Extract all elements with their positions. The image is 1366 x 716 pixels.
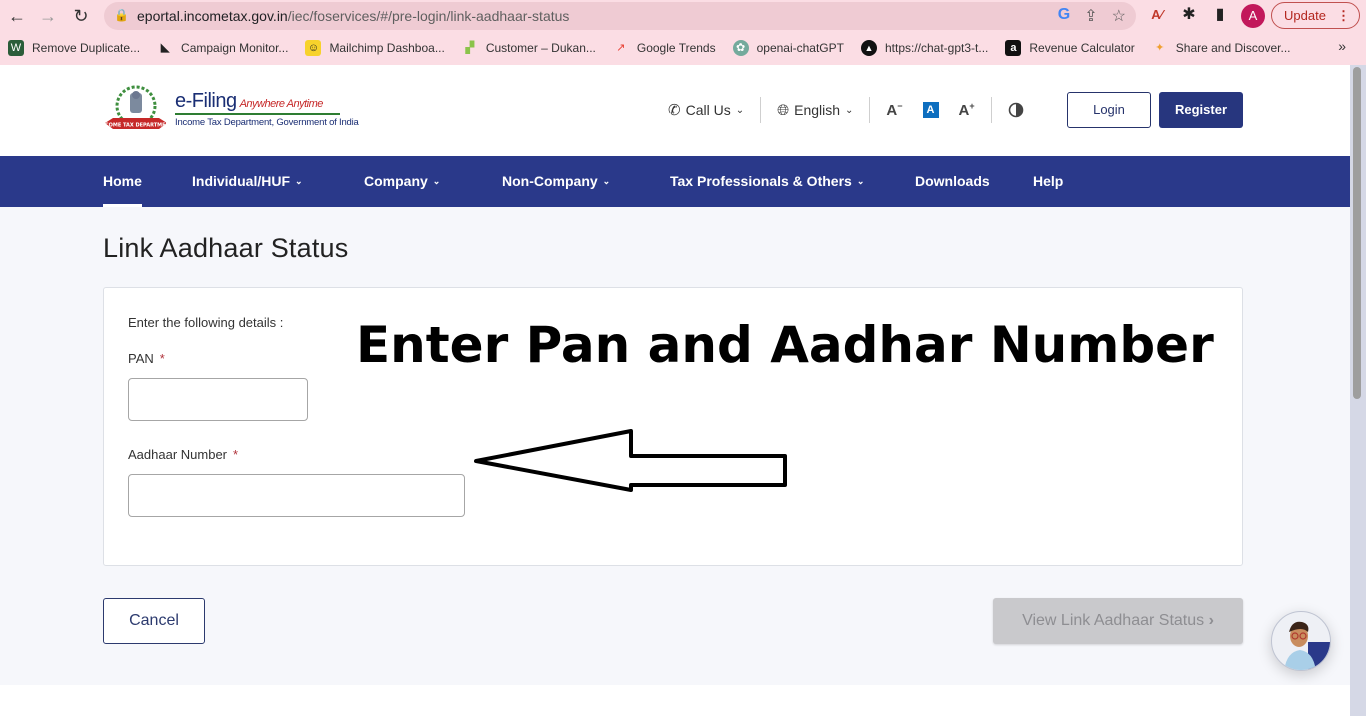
link-aadhaar-form: Enter the following details : PAN * Aadha… xyxy=(103,287,1243,566)
language-dropdown[interactable]: 🌐︎ English ⌄ xyxy=(777,102,853,119)
bookmarks-bar: W Remove Duplicate... ◣ Campaign Monitor..… xyxy=(0,34,1366,62)
view-link-aadhaar-status-button[interactable]: View Link Aadhaar Status › xyxy=(993,598,1243,644)
globe-icon: 🌐︎ xyxy=(777,101,790,119)
nav-downloads[interactable]: Downloads xyxy=(915,156,990,207)
aadhaar-input[interactable] xyxy=(128,474,465,517)
bookmark-item[interactable]: ◣ Campaign Monitor... xyxy=(157,40,289,56)
required-mark: * xyxy=(233,447,239,462)
browser-toolbar: ← → ↻ 🔒 eportal.incometax.gov.in/iec/fos… xyxy=(0,0,1366,32)
bookmark-item[interactable]: ☺ Mailchimp Dashboa... xyxy=(305,40,445,56)
back-icon[interactable]: ← xyxy=(6,5,28,27)
google-trends-icon: ↗ xyxy=(616,42,626,54)
logo-subtitle: Income Tax Department, Government of Ind… xyxy=(175,117,359,128)
divider xyxy=(869,97,871,123)
extension-pro-icon[interactable]: A⁄ xyxy=(1147,5,1167,25)
bookmark-item[interactable]: ▲ https://chat-gpt3-t... xyxy=(860,40,988,56)
remove-duplicate-icon: W xyxy=(8,40,24,56)
scrollbar-thumb[interactable] xyxy=(1353,67,1361,399)
page-scrollbar[interactable] xyxy=(1350,65,1366,716)
divider xyxy=(760,97,762,123)
chevron-down-icon: ⌄ xyxy=(432,176,441,186)
mailchimp-icon: ☺ xyxy=(305,40,322,56)
chevron-right-icon: › xyxy=(1208,612,1214,629)
aadhaar-label: Aadhaar Number * xyxy=(128,447,239,462)
main-nav: Home Individual/HUF ⌄ Company ⌄ Non-Compan… xyxy=(0,156,1350,207)
nav-help[interactable]: Help xyxy=(1033,156,1063,207)
logo-title: e-Filing Anywhere Anytime xyxy=(175,90,323,112)
chatbot-avatar[interactable] xyxy=(1271,611,1331,671)
logo-divider xyxy=(175,113,340,115)
page-title: Link Aadhaar Status xyxy=(103,233,349,263)
nav-non-company[interactable]: Non-Company ⌄ xyxy=(502,156,610,207)
chevron-down-icon: ⌄ xyxy=(845,104,854,116)
reload-icon[interactable]: ↻ xyxy=(70,5,92,27)
google-translate-icon[interactable]: G xyxy=(1058,6,1070,26)
site-header: INCOME TAX DEPARTMENT e-FilingAnywhere A… xyxy=(0,65,1350,156)
header-tools: ✆ Call Us ⌄ 🌐︎ English ⌄ A− A A+ xyxy=(668,95,1024,125)
more-bookmarks-icon[interactable]: » xyxy=(1338,38,1346,54)
nav-home[interactable]: Home xyxy=(103,156,142,207)
cancel-button[interactable]: Cancel xyxy=(103,598,205,644)
profile-avatar[interactable]: A xyxy=(1241,4,1265,28)
chevron-down-icon: ⌄ xyxy=(295,176,303,186)
campaign-monitor-icon: ◣ xyxy=(160,42,170,54)
side-panel-icon[interactable]: ▮ xyxy=(1210,5,1230,25)
extensions-puzzle-icon[interactable]: ✱ xyxy=(1179,5,1199,25)
form-intro: Enter the following details : xyxy=(128,315,284,330)
contrast-toggle[interactable] xyxy=(1008,102,1024,118)
chevron-down-icon: ⌄ xyxy=(602,176,611,186)
bookmark-item[interactable]: ✦ Share and Discover... xyxy=(1152,40,1290,56)
bookmark-item[interactable]: ▞ Customer – Dukan... xyxy=(462,40,596,56)
call-us-dropdown[interactable]: ✆ Call Us ⌄ xyxy=(668,101,744,119)
amazon-icon: a xyxy=(1005,40,1022,56)
bookmark-item[interactable]: ✿ openai-chatGPT xyxy=(732,40,844,56)
share-icon[interactable]: ⇪ xyxy=(1084,6,1097,26)
nav-company[interactable]: Company ⌄ xyxy=(364,156,440,207)
annotation-text: Enter Pan and Aadhar Number xyxy=(356,316,1214,374)
phone-icon: ✆ xyxy=(668,102,681,119)
nav-individual-huf[interactable]: Individual/HUF ⌄ xyxy=(192,156,303,207)
footer-strip xyxy=(0,685,1350,716)
share-discover-icon: ✦ xyxy=(1155,42,1165,54)
font-increase-button[interactable]: A+ xyxy=(959,101,975,119)
contrast-icon xyxy=(1008,102,1023,118)
chevron-down-icon: ⌄ xyxy=(735,104,745,116)
bookmark-item[interactable]: ↗ Google Trends xyxy=(613,40,715,56)
svg-text:INCOME TAX DEPARTMENT: INCOME TAX DEPARTMENT xyxy=(103,123,169,129)
address-bar[interactable]: 🔒 eportal.incometax.gov.in/iec/foservice… xyxy=(104,2,1136,30)
openai-icon: ✿ xyxy=(732,40,749,56)
nav-tax-professionals[interactable]: Tax Professionals & Others ⌄ xyxy=(670,156,864,207)
chat-gpt3-icon: ▲ xyxy=(860,40,877,56)
font-decrease-button[interactable]: A− xyxy=(886,101,902,119)
login-button[interactable]: Login xyxy=(1067,92,1151,128)
dukan-icon: ▞ xyxy=(465,42,475,54)
lock-icon: 🔒 xyxy=(114,8,129,22)
income-tax-emblem-icon: INCOME TAX DEPARTMENT xyxy=(103,85,169,129)
url-text: eportal.incometax.gov.in/iec/foservices/… xyxy=(137,8,570,24)
pan-input[interactable] xyxy=(128,378,308,421)
register-button[interactable]: Register xyxy=(1159,92,1243,128)
browser-chrome: ← → ↻ 🔒 eportal.incometax.gov.in/iec/fos… xyxy=(0,0,1366,65)
forward-icon[interactable]: → xyxy=(37,5,59,27)
menu-dots-icon: ⋮ xyxy=(1337,8,1350,23)
annotation-arrow-icon xyxy=(474,429,787,492)
page: INCOME TAX DEPARTMENT e-FilingAnywhere A… xyxy=(0,65,1350,716)
bookmark-star-icon[interactable]: ☆ xyxy=(1112,6,1126,26)
bookmark-item[interactable]: W Remove Duplicate... xyxy=(8,40,140,56)
chatbot-person-icon xyxy=(1284,621,1330,670)
chevron-down-icon: ⌄ xyxy=(856,176,865,186)
update-button[interactable]: Update ⋮ xyxy=(1271,2,1360,29)
font-normal-button[interactable]: A xyxy=(922,102,939,118)
pan-label: PAN * xyxy=(128,351,165,366)
divider xyxy=(990,97,992,123)
efiling-logo[interactable]: INCOME TAX DEPARTMENT e-FilingAnywhere A… xyxy=(103,85,359,135)
required-mark: * xyxy=(159,351,165,366)
bookmark-item[interactable]: a Revenue Calculator xyxy=(1005,40,1135,56)
